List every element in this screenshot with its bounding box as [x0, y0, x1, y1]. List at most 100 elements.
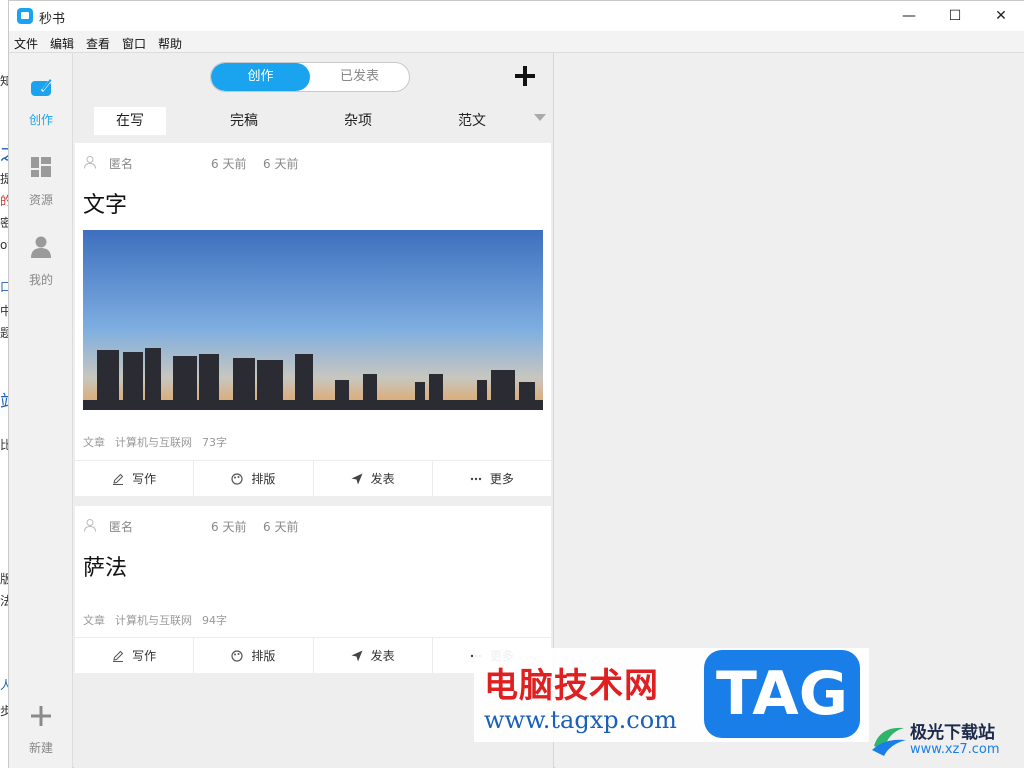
minimize-button[interactable]: — — [886, 1, 932, 31]
watermark-tag-logo: TAG — [704, 650, 860, 738]
tab-samples[interactable]: 范文 — [436, 107, 508, 135]
menu-bar: 文件 编辑 查看 窗口 帮助 — [9, 31, 1024, 53]
write-label: 写作 — [132, 472, 157, 486]
menu-view[interactable]: 查看 — [86, 35, 110, 52]
send-icon — [351, 650, 363, 661]
close-button[interactable]: ✕ — [978, 1, 1024, 31]
bg-text: 版 — [0, 572, 8, 586]
category-tabs: 在写 完稿 杂项 范文 — [74, 107, 554, 135]
bg-text: 题 — [0, 326, 8, 340]
grid-icon — [31, 157, 51, 177]
more-button[interactable]: 更多 — [433, 461, 551, 496]
more-icon — [470, 477, 482, 480]
write-label: 写作 — [132, 649, 157, 663]
sidebar-item-compose[interactable]: 创作 — [9, 73, 73, 133]
user-icon — [31, 236, 51, 258]
pencil-icon — [113, 473, 124, 485]
sidebar-item-profile[interactable]: 我的 — [9, 233, 73, 293]
publish-button[interactable]: 发表 — [314, 638, 433, 673]
sidebar-item-label: 我的 — [28, 273, 53, 287]
app-logo-icon — [17, 8, 33, 24]
sidebar-item-label: 资源 — [28, 193, 53, 207]
watermark-site-url: www.xz7.com — [910, 742, 1000, 757]
pencil-icon — [113, 650, 124, 662]
window-title: 秒书 — [39, 12, 66, 27]
card-info: 文章 计算机与互联网 73字 — [83, 434, 237, 450]
bg-text: 步 — [0, 704, 8, 718]
bg-text: 人 — [0, 678, 8, 692]
card-author: 匿名 — [109, 520, 134, 534]
bg-text: of — [0, 238, 8, 252]
card-word-count: 73字 — [202, 436, 227, 449]
watermark-cn-text: 电脑技术网 — [484, 666, 659, 706]
bg-text: 法 — [0, 594, 8, 608]
maximize-button[interactable]: ☐ — [932, 1, 978, 31]
add-document-button[interactable] — [512, 63, 538, 89]
sidebar-item-resources[interactable]: 资源 — [9, 153, 73, 213]
card-word-count: 94字 — [202, 614, 227, 627]
bg-text: 密 — [0, 216, 8, 230]
author-icon — [84, 519, 96, 532]
card-info: 文章 计算机与互联网 94字 — [83, 612, 237, 628]
bg-text: 知 — [0, 74, 8, 88]
title-bar[interactable]: 秒书 — ☐ ✕ — [9, 1, 1024, 31]
more-label: 更多 — [489, 472, 514, 486]
bg-text: 口 — [0, 280, 8, 294]
write-button[interactable]: 写作 — [75, 638, 195, 673]
segment-compose[interactable]: 创作 — [211, 63, 310, 91]
menu-help[interactable]: 帮助 — [158, 35, 182, 52]
compose-icon — [31, 79, 52, 96]
layout-label: 排版 — [251, 472, 276, 486]
card-author: 匿名 — [109, 157, 134, 171]
sidebar-item-label: 创作 — [28, 113, 53, 127]
document-card[interactable]: 匿名 6 天前 6 天前 文字 文章 计算机与互联网 73字 写作 排版 发表 … — [75, 143, 551, 496]
menu-window[interactable]: 窗口 — [122, 35, 146, 52]
bg-text: 之 — [0, 140, 8, 166]
card-type: 文章 — [83, 436, 105, 449]
tab-finished[interactable]: 完稿 — [208, 107, 280, 135]
tab-misc[interactable]: 杂项 — [322, 107, 394, 135]
new-label: 新建 — [28, 741, 53, 755]
layout-button[interactable]: 排版 — [194, 461, 314, 496]
background-page-strip: 知 之 提 的 密 of 口 中 题 站 比 版 法 人 步 — [0, 0, 8, 768]
bg-text: 提 — [0, 172, 8, 186]
menu-edit[interactable]: 编辑 — [50, 35, 74, 52]
card-title: 文字 — [83, 193, 128, 218]
card-created-time: 6 天前 — [211, 520, 247, 534]
watermark-site-logo: 极光下载站 www.xz7.com — [870, 716, 1020, 764]
publish-label: 发表 — [370, 649, 395, 663]
bg-text: 中 — [0, 304, 8, 318]
card-type: 文章 — [83, 614, 105, 627]
card-updated-time: 6 天前 — [263, 157, 299, 171]
palette-icon — [231, 472, 243, 485]
card-updated-time: 6 天前 — [263, 520, 299, 534]
card-category: 计算机与互联网 — [115, 614, 192, 627]
mode-segment: 创作 已发表 — [210, 62, 410, 92]
bg-text: 站 — [0, 388, 8, 414]
publish-label: 发表 — [370, 472, 395, 486]
card-action-bar: 写作 排版 发表 更多 — [75, 460, 551, 496]
tabs-dropdown-arrow-icon[interactable] — [534, 114, 546, 121]
card-created-time: 6 天前 — [211, 157, 247, 171]
card-category: 计算机与互联网 — [115, 436, 192, 449]
card-title: 萨法 — [83, 556, 128, 581]
card-cover-image — [83, 230, 543, 410]
sidebar: 创作 资源 我的 新建 — [9, 53, 73, 768]
palette-icon — [231, 649, 243, 662]
layout-button[interactable]: 排版 — [194, 638, 314, 673]
watermark-url-text: www.tagxp.com — [484, 706, 677, 734]
layout-label: 排版 — [251, 649, 276, 663]
watermark-site-name: 极光下载站 — [910, 723, 995, 743]
author-icon — [84, 156, 96, 169]
aurora-logo-icon — [872, 727, 906, 756]
write-button[interactable]: 写作 — [75, 461, 195, 496]
bg-text: 比 — [0, 438, 8, 452]
segment-published[interactable]: 已发表 — [310, 63, 409, 91]
bg-text: 的 — [0, 194, 8, 208]
new-button[interactable]: 新建 — [9, 701, 73, 761]
tab-writing[interactable]: 在写 — [94, 107, 166, 135]
menu-file[interactable]: 文件 — [14, 35, 38, 52]
plus-icon — [31, 706, 51, 726]
publish-button[interactable]: 发表 — [314, 461, 433, 496]
watermark-banner: 电脑技术网 www.tagxp.com TAG — [474, 648, 869, 742]
